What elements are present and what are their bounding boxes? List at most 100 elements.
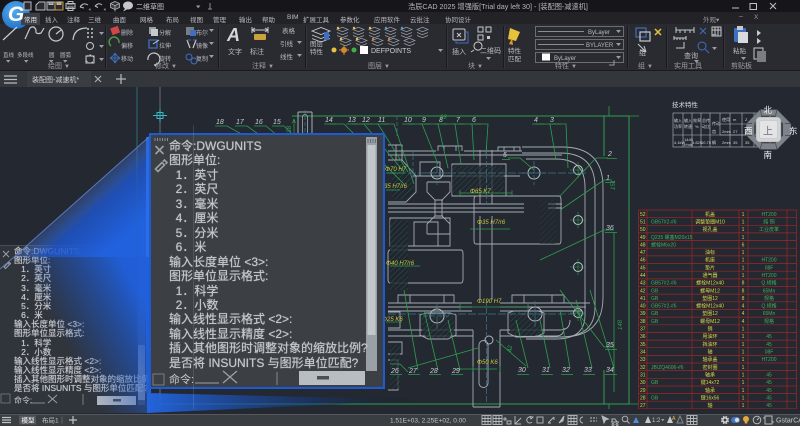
- svg-text:5: 5: [503, 152, 507, 159]
- svg-text:分解: 分解: [159, 29, 171, 37]
- svg-text:32: 32: [640, 365, 646, 371]
- svg-text:甩油环: 甩油环: [702, 333, 717, 340]
- svg-text:35: 35: [745, 140, 750, 145]
- svg-text:28: 28: [640, 395, 646, 401]
- svg-text:技术特性: 技术特性: [672, 100, 699, 109]
- svg-text:圆弧: 圆弧: [60, 51, 72, 59]
- svg-text:35: 35: [640, 342, 646, 348]
- svg-text:输入: 输入: [674, 117, 682, 123]
- svg-text:匹配: 匹配: [508, 55, 522, 63]
- svg-text:螺栓M12x40: 螺栓M12x40: [696, 303, 724, 310]
- svg-text:1: 1: [742, 403, 745, 409]
- svg-text:GB57#2-#6: GB57#2-#6: [651, 220, 677, 226]
- svg-text:旋转: 旋转: [159, 55, 171, 63]
- svg-text:1: 1: [742, 350, 745, 356]
- svg-text:ByLayer: ByLayer: [554, 56, 576, 62]
- svg-text:轴承: 轴承: [705, 387, 715, 394]
- svg-text:粘贴: 粘贴: [733, 46, 747, 55]
- svg-text:34: 34: [640, 350, 646, 356]
- svg-text:1:2: 1:2: [652, 418, 661, 424]
- svg-text:图层 ▼: 图层 ▼: [368, 62, 390, 70]
- svg-text:动比: 动比: [702, 123, 710, 129]
- svg-text:31: 31: [640, 372, 646, 378]
- svg-text:Φ35 H7/r6: Φ35 H7/r6: [477, 220, 506, 226]
- svg-text:HT200: HT200: [761, 212, 776, 218]
- svg-text:42: 42: [508, 345, 514, 352]
- svg-text:6: 6: [472, 117, 476, 124]
- svg-text:绘图 ▼: 绘图 ▼: [48, 61, 70, 70]
- svg-text:文字: 文字: [228, 47, 242, 56]
- svg-text:45: 45: [766, 395, 772, 401]
- svg-text:36: 36: [606, 225, 614, 232]
- svg-text:垫圈12: 垫圈12: [702, 295, 718, 302]
- svg-text:轴: 轴: [707, 349, 712, 356]
- svg-text:1: 1: [742, 212, 745, 218]
- svg-text:40: 40: [640, 304, 646, 310]
- svg-text:JB\ZQ4606-#6: JB\ZQ4606-#6: [651, 365, 684, 371]
- svg-text:29: 29: [640, 388, 646, 394]
- svg-text:引线: 引线: [280, 39, 294, 48]
- svg-text:输入: 输入: [684, 117, 692, 123]
- svg-text:4: 4: [742, 311, 745, 317]
- svg-text:41: 41: [640, 296, 646, 302]
- svg-text:删除: 删除: [121, 29, 133, 37]
- svg-text:ByLayer: ByLayer: [588, 30, 610, 36]
- svg-text:线性: 线性: [280, 52, 294, 61]
- svg-text:轴: 轴: [707, 402, 712, 409]
- svg-text:DEFPOINTS: DEFPOINTS: [371, 48, 411, 55]
- svg-text:功率: 功率: [674, 123, 682, 129]
- svg-text:151: 151: [611, 180, 617, 190]
- svg-text:轴承: 轴承: [705, 371, 715, 378]
- svg-text:机座: 机座: [705, 257, 715, 264]
- svg-text:转速: 转速: [684, 123, 692, 129]
- svg-text:27: 27: [733, 129, 738, 134]
- svg-text:工业皮革: 工业皮革: [759, 226, 779, 233]
- svg-text:1: 1: [742, 327, 745, 333]
- svg-text:直线: 直线: [3, 51, 15, 59]
- svg-text:1: 1: [742, 365, 745, 371]
- svg-text:Φ50 K6: Φ50 K6: [477, 360, 498, 366]
- svg-text:西: 西: [744, 126, 753, 136]
- svg-text:8: 8: [742, 288, 745, 294]
- svg-text:47: 47: [640, 250, 646, 256]
- svg-text:43: 43: [640, 281, 646, 287]
- svg-text:命令:: 命令:: [169, 372, 194, 386]
- svg-text:Z: Z: [745, 117, 748, 122]
- svg-text:纯 铜: 纯 铜: [763, 219, 774, 226]
- svg-text:销: 销: [707, 326, 712, 333]
- svg-text:GB: GB: [651, 311, 659, 317]
- svg-text:1: 1: [742, 235, 745, 241]
- svg-text:轴承盖: 轴承盖: [702, 356, 717, 363]
- svg-text:螺母M12: 螺母M12: [700, 318, 720, 325]
- svg-text:规格: 规格: [764, 295, 774, 302]
- svg-text:Φ190 H7: Φ190 H7: [477, 299, 502, 305]
- svg-text:挡油环: 挡油环: [702, 341, 717, 348]
- svg-text:4: 4: [742, 319, 745, 325]
- svg-text:布尔: 布尔: [196, 29, 208, 37]
- svg-text:1: 1: [742, 342, 745, 348]
- svg-text:GB57#2-#6: GB57#2-#6: [651, 281, 677, 287]
- svg-text:GstarCAD: GstarCAD: [776, 418, 800, 425]
- svg-text:45: 45: [766, 334, 772, 340]
- svg-text:1: 1: [742, 220, 745, 226]
- svg-text:35: 35: [606, 342, 614, 349]
- svg-text:注释 ▼: 注释 ▼: [252, 61, 274, 70]
- svg-text:Q.规格: Q.规格: [761, 303, 776, 310]
- svg-text:蜗: 蜗: [712, 139, 716, 145]
- svg-text:组 ▼: 组 ▼: [638, 61, 653, 70]
- svg-text:镜像: 镜像: [196, 42, 208, 50]
- svg-text:1: 1: [742, 334, 745, 340]
- svg-text:HT200: HT200: [761, 258, 776, 264]
- svg-text:组: 组: [639, 48, 646, 57]
- svg-text:使用: 使用: [722, 116, 730, 122]
- svg-text:08F: 08F: [765, 265, 774, 271]
- svg-text:剪贴板: 剪贴板: [731, 61, 752, 70]
- svg-text:移动: 移动: [121, 55, 133, 63]
- svg-text:38: 38: [640, 319, 646, 325]
- svg-text:148: 148: [618, 319, 624, 330]
- svg-text:块 ▼: 块 ▼: [468, 61, 483, 70]
- svg-text:装配图-减速机*: 装配图-减速机*: [32, 75, 79, 84]
- svg-text:4: 4: [534, 117, 538, 124]
- svg-text:31: 31: [542, 367, 550, 374]
- svg-text:GB: GB: [651, 380, 659, 386]
